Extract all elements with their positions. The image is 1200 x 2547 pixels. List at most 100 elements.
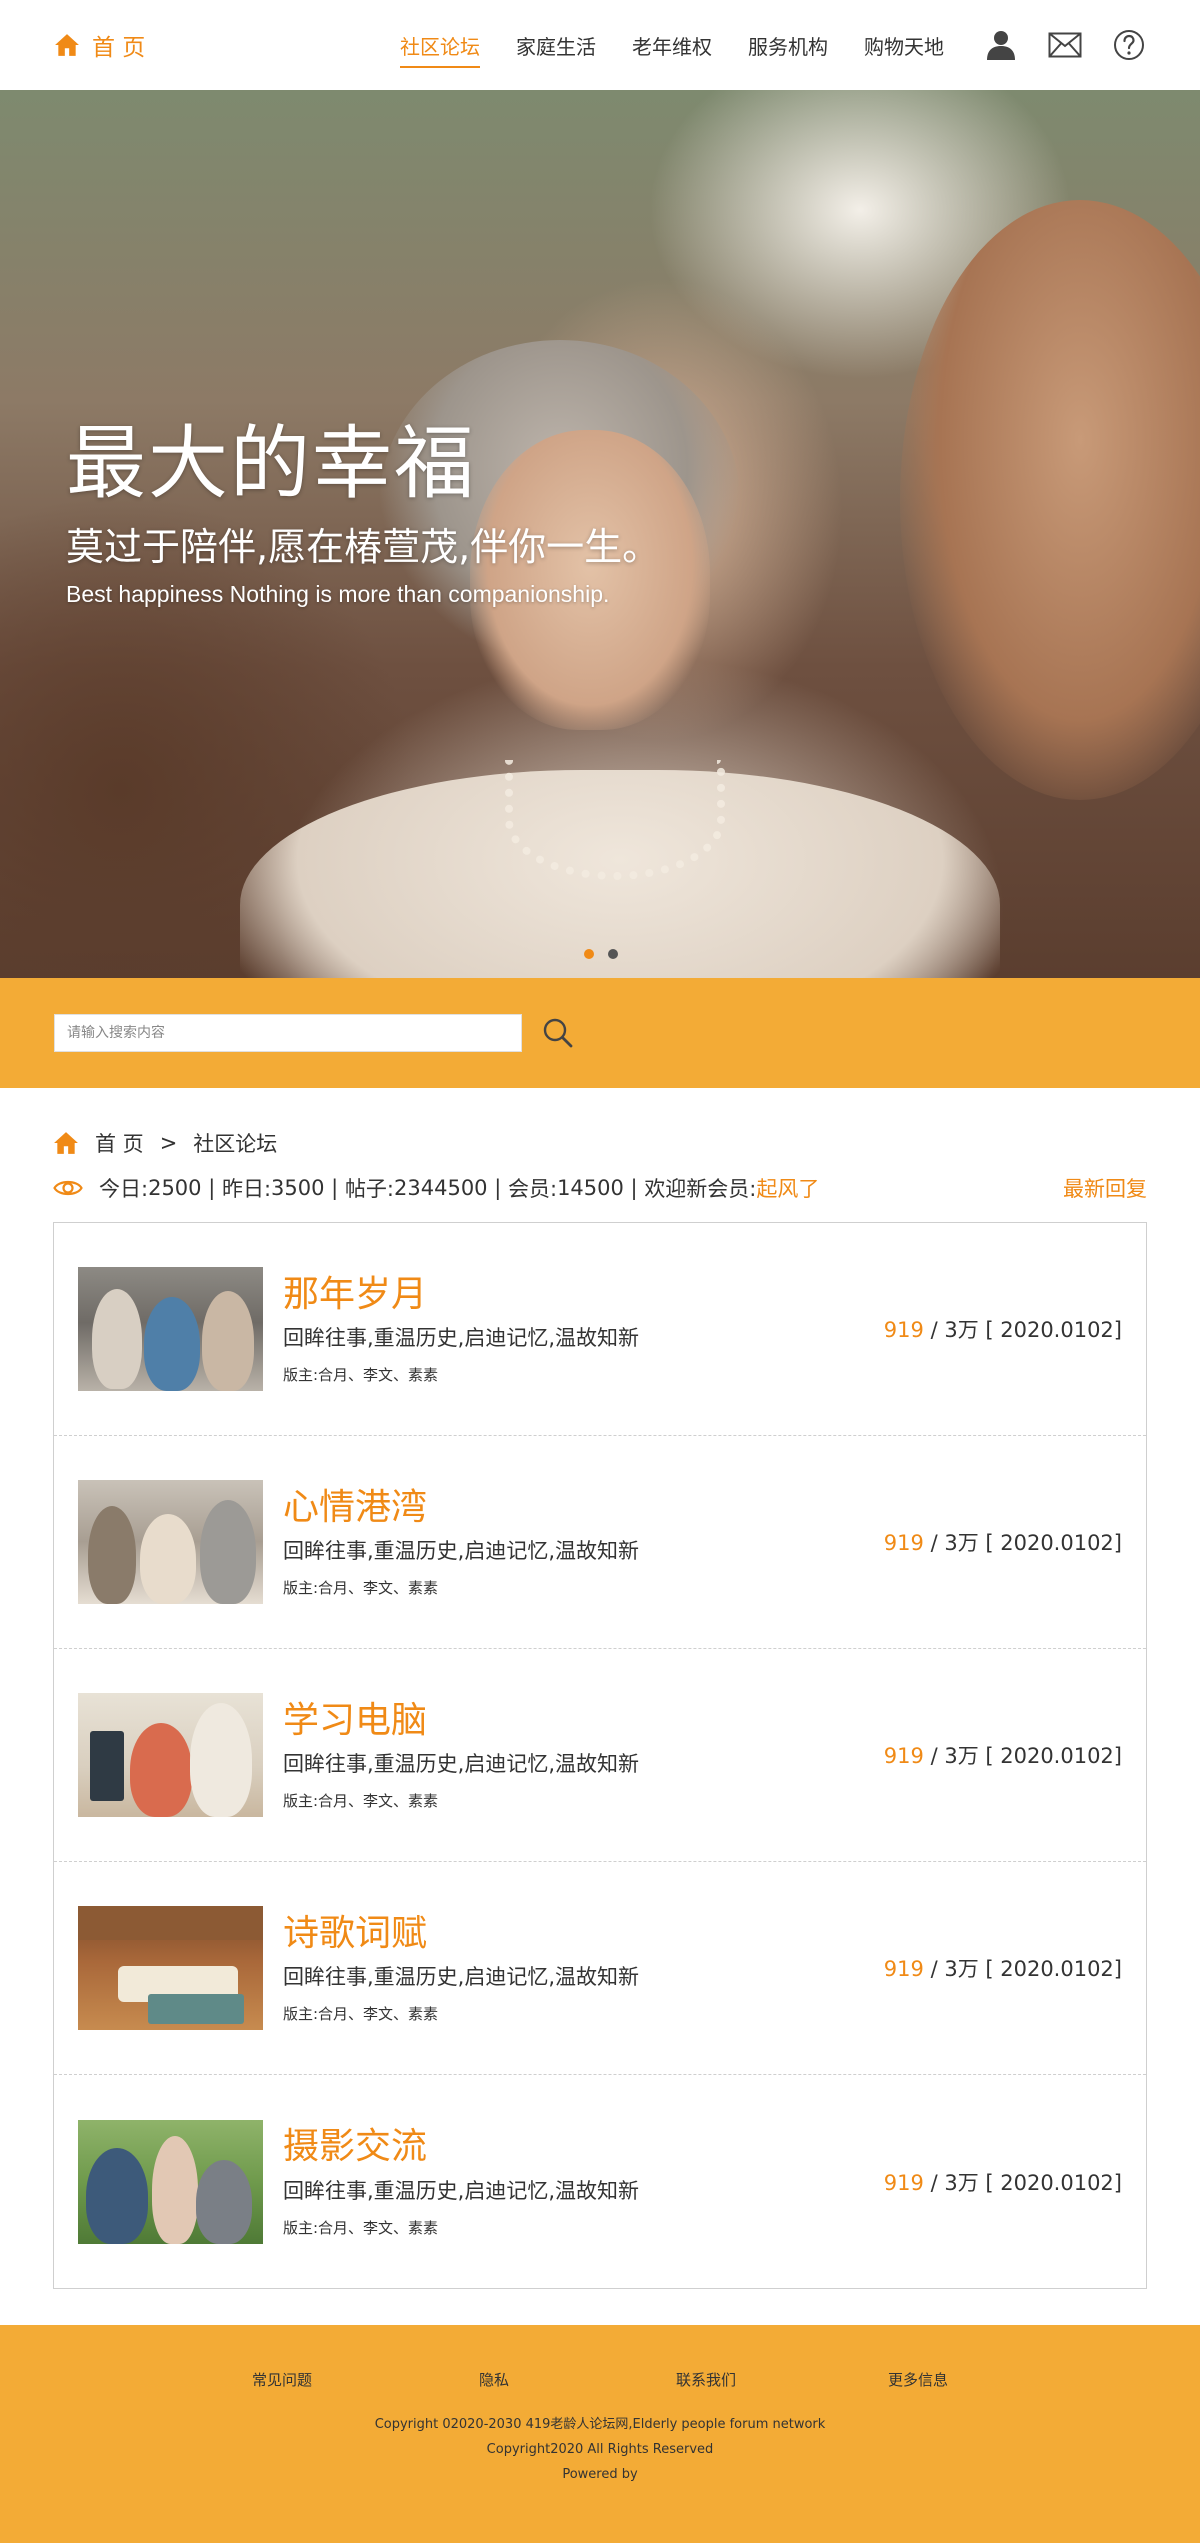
forum-description: 回眸往事,重温历史,启迪记忆,温故知新 [283, 1965, 640, 1990]
site-footer: 常见问题 隐私 联系我们 更多信息 Copyright 02020-2030 4… [0, 2325, 1200, 2543]
forum-description: 回眸往事,重温历史,启迪记忆,温故知新 [283, 1539, 640, 1564]
hero-english: Best happiness Nothing is more than comp… [66, 581, 610, 607]
forum-post-count: 919 [883, 1531, 924, 1555]
footer-link-privacy[interactable]: 隐私 [388, 2369, 600, 2390]
nav-item-forum[interactable]: 社区论坛 [400, 23, 480, 68]
forum-post-stats: 919 / 3万 [ 2020.0102] [884, 2167, 1122, 2197]
footer-copy-line-2: Copyright2020 All Rights Reserved [486, 2442, 714, 2457]
forum-thumb-books-photo[interactable] [78, 1906, 263, 2030]
forum-title[interactable]: 学习电脑 [283, 1700, 427, 1741]
hero-photo-daughter [900, 200, 1200, 800]
main-nav: 社区论坛 家庭生活 老年维权 服务机构 购物天地 [364, 23, 1146, 68]
search-band [0, 978, 1200, 1088]
footer-link-more[interactable]: 更多信息 [812, 2369, 1024, 2390]
nav-item-rights[interactable]: 老年维权 [632, 23, 712, 68]
forum-moderators: 版主:合月、李文、素素 [283, 1792, 439, 1811]
forum-moderators: 版主:合月、李文、素素 [283, 1366, 439, 1385]
forum-post-total: / 3万 [ 2020.0102] [930, 1744, 1122, 1768]
forum-stats-bar: 今日: 2500 | 昨日: 3500 | 帖子: 2344500 | 会员: … [53, 1170, 1147, 1206]
forum-info: 学习电脑 回眸往事,重温历史,启迪记忆,温故知新 版主:合月、李文、素素 [283, 1699, 884, 1811]
latest-reply-link[interactable]: 最新回复 [1063, 1173, 1147, 1203]
mail-icon[interactable] [1048, 28, 1082, 62]
stat-members-value: 14500 [557, 1176, 624, 1200]
stat-posts-label: 帖子: [344, 1177, 395, 1201]
stat-yesterday-label: 昨日: [221, 1177, 272, 1201]
carousel-dot-1[interactable] [584, 949, 594, 959]
help-icon[interactable] [1112, 28, 1146, 62]
forum-description: 回眸往事,重温历史,启迪记忆,温故知新 [283, 1326, 640, 1351]
forum-post-total: / 3万 [ 2020.0102] [930, 2170, 1122, 2195]
forum-row[interactable]: 诗歌词赋 回眸往事,重温历史,启迪记忆,温故知新 版主:合月、李文、素素 919… [54, 1862, 1146, 2075]
forum-row[interactable]: 那年岁月 回眸往事,重温历史,启迪记忆,温故知新 版主:合月、李文、素素 919… [54, 1223, 1146, 1436]
footer-link-faq[interactable]: 常见问题 [176, 2369, 388, 2390]
hero-banner: 最大的幸福 莫过于陪伴,愿在椿萱茂,伴你一生。 Best happiness N… [0, 90, 1200, 978]
hero-title: 最大的幸福 [66, 417, 476, 510]
footer-link-contact[interactable]: 联系我们 [600, 2369, 812, 2390]
hero-subtitle: 莫过于陪伴,愿在椿萱茂,伴你一生。 [66, 525, 661, 569]
forum-info: 诗歌词赋 回眸往事,重温历史,启迪记忆,温故知新 版主:合月、李文、素素 [283, 1912, 884, 2024]
forum-post-count: 919 [883, 1744, 924, 1768]
home-link[interactable]: 首 页 [54, 28, 145, 62]
new-member-link[interactable]: 起风了 [756, 1173, 819, 1203]
forum-post-stats: 919 / 3万 [ 2020.0102] [884, 1314, 1122, 1344]
forum-title[interactable]: 诗歌词赋 [283, 1913, 427, 1954]
hero-photo-necklace [505, 760, 725, 880]
forum-post-stats: 919 / 3万 [ 2020.0102] [884, 1953, 1122, 1983]
forum-thumb-party-photo[interactable] [78, 1267, 263, 1391]
search-input[interactable] [54, 1014, 522, 1052]
stat-members-label: 会员: [507, 1177, 558, 1201]
home-label: 首 页 [92, 35, 146, 61]
breadcrumb-current: 社区论坛 [193, 1132, 278, 1156]
footer-copy-line-3: Powered by [562, 2467, 638, 2482]
forum-description: 回眸往事,重温历史,启迪记忆,温故知新 [283, 2178, 640, 2203]
forum-thumb-gathering-photo[interactable] [78, 1480, 263, 1604]
user-icon[interactable] [984, 28, 1018, 62]
carousel-dot-2[interactable] [608, 949, 618, 959]
forum-info: 心情港湾 回眸往事,重温历史,启迪记忆,温故知新 版主:合月、李文、素素 [283, 1486, 884, 1598]
breadcrumb-home[interactable]: 首 页 [95, 1128, 144, 1158]
forum-thumb-camera-photo[interactable] [78, 2119, 263, 2244]
nav-item-family[interactable]: 家庭生活 [516, 23, 596, 68]
home-icon [55, 34, 79, 56]
stat-yesterday-value: 3500 [271, 1176, 325, 1200]
eye-icon [53, 1180, 83, 1196]
stat-today-label: 今日: [99, 1177, 149, 1201]
forum-moderators: 版主:合月、李文、素素 [283, 1579, 439, 1598]
stat-welcome-label: 欢迎新会员: [644, 1177, 757, 1201]
breadcrumb: 首 页 > 社区论坛 [53, 1128, 1147, 1158]
forum-info: 那年岁月 回眸往事,重温历史,启迪记忆,温故知新 版主:合月、李文、素素 [283, 1273, 884, 1385]
forum-post-stats: 919 / 3万 [ 2020.0102] [884, 1527, 1122, 1557]
forum-post-count: 919 [883, 2170, 924, 2195]
nav-item-shopping[interactable]: 购物天地 [864, 23, 944, 68]
stats-summary: 今日: 2500 | 昨日: 3500 | 帖子: 2344500 | 会员: … [53, 1173, 819, 1203]
forum-title[interactable]: 摄影交流 [283, 2126, 427, 2167]
forum-row[interactable]: 心情港湾 回眸往事,重温历史,启迪记忆,温故知新 版主:合月、李文、素素 919… [54, 1436, 1146, 1649]
search-button[interactable] [540, 1015, 576, 1051]
forum-row[interactable]: 摄影交流 回眸往事,重温历史,启迪记忆,温故知新 版主:合月、李文、素素 919… [54, 2075, 1146, 2288]
forum-row[interactable]: 学习电脑 回眸往事,重温历史,启迪记忆,温故知新 版主:合月、李文、素素 919… [54, 1649, 1146, 1862]
forum-title[interactable]: 那年岁月 [283, 1274, 427, 1315]
stat-today-value: 2500 [148, 1176, 202, 1200]
carousel-dots [584, 944, 632, 963]
forum-post-count: 919 [883, 1318, 924, 1342]
forum-description: 回眸往事,重温历史,启迪记忆,温故知新 [283, 1752, 640, 1777]
footer-links: 常见问题 隐私 联系我们 更多信息 [0, 2369, 1200, 2390]
forum-title[interactable]: 心情港湾 [283, 1487, 427, 1528]
forum-post-total: / 3万 [ 2020.0102] [930, 1318, 1122, 1342]
forum-post-stats: 919 / 3万 [ 2020.0102] [884, 1740, 1122, 1770]
forum-moderators: 版主:合月、李文、素素 [283, 2218, 439, 2237]
nav-item-services[interactable]: 服务机构 [748, 23, 828, 68]
forum-post-total: / 3万 [ 2020.0102] [930, 1957, 1122, 1981]
top-header: 首 页 社区论坛 家庭生活 老年维权 服务机构 购物天地 [0, 0, 1200, 90]
forum-moderators: 版主:合月、李文、素素 [283, 2005, 439, 2024]
forum-thumb-computer-photo[interactable] [78, 1693, 263, 1817]
forum-post-count: 919 [883, 1957, 924, 1981]
footer-copyright: Copyright 02020-2030 419老龄人论坛网,Elderly p… [0, 2412, 1200, 2487]
forum-list: 那年岁月 回眸往事,重温历史,启迪记忆,温故知新 版主:合月、李文、素素 919… [53, 1222, 1147, 2289]
forum-info: 摄影交流 回眸往事,重温历史,启迪记忆,温故知新 版主:合月、李文、素素 [283, 2125, 884, 2237]
nav-icon-group [984, 28, 1146, 62]
home-icon [54, 1132, 78, 1154]
hero-text: 最大的幸福 莫过于陪伴,愿在椿萱茂,伴你一生。 Best happiness N… [66, 420, 660, 608]
breadcrumb-separator: > [159, 1131, 178, 1155]
search-icon [543, 1018, 573, 1048]
